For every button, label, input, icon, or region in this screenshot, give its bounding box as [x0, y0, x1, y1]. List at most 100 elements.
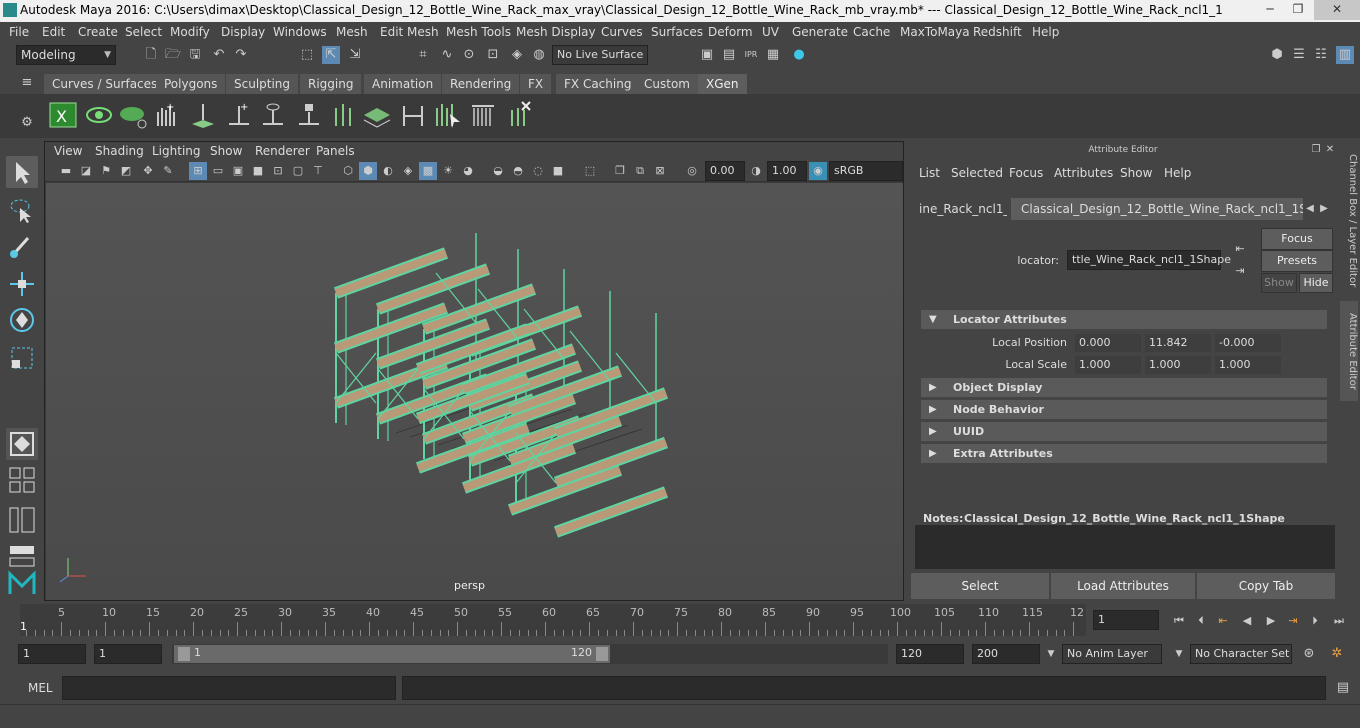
- anim-layer-dropdown[interactable]: No Anim Layer: [1062, 644, 1162, 664]
- focus-button[interactable]: Focus: [1261, 228, 1333, 250]
- range-handle-right[interactable]: [596, 647, 608, 661]
- motion-blur-icon[interactable]: ◓: [509, 162, 527, 180]
- resolution-gate-icon[interactable]: ▣: [229, 162, 247, 180]
- save-scene-icon[interactable]: 🖫: [186, 46, 204, 64]
- two-d-pan-icon[interactable]: ✥: [139, 162, 157, 180]
- play-backwards-icon[interactable]: ◀: [1238, 612, 1256, 630]
- menu-mesh[interactable]: Mesh: [336, 25, 368, 39]
- xray-icon[interactable]: ❐: [611, 162, 629, 180]
- character-set-dropdown[interactable]: No Character Set: [1190, 644, 1292, 664]
- guide-tangent-icon[interactable]: [398, 100, 428, 130]
- range-track[interactable]: 1 120: [172, 644, 888, 664]
- menu-edit-mesh[interactable]: Edit Mesh: [380, 25, 439, 39]
- delete-guides-icon[interactable]: [504, 100, 534, 130]
- guide-visibility-icon[interactable]: [258, 100, 288, 130]
- toggle-channel-box-icon[interactable]: ▥: [1336, 46, 1354, 64]
- viewport-menu-show[interactable]: Show: [210, 144, 242, 158]
- local-position-x-field[interactable]: 0.000: [1075, 334, 1141, 352]
- step-back-frame-icon[interactable]: ⏴: [1192, 612, 1210, 630]
- textured-icon[interactable]: ▩: [419, 162, 437, 180]
- select-guides-icon[interactable]: [432, 100, 462, 130]
- tab-rendering[interactable]: Rendering: [442, 74, 520, 94]
- gamma-icon[interactable]: ◑: [747, 162, 765, 180]
- tab-xgen[interactable]: XGen: [698, 74, 747, 94]
- show-button[interactable]: Show: [1261, 273, 1297, 293]
- step-forward-frame-icon[interactable]: ⏵: [1306, 612, 1324, 630]
- grid-toggle-icon[interactable]: ⊞: [189, 162, 207, 180]
- hide-button[interactable]: Hide: [1299, 273, 1333, 293]
- field-chart-icon[interactable]: ⊡: [269, 162, 287, 180]
- menu-mesh-display[interactable]: Mesh Display: [516, 25, 596, 39]
- select-component-icon[interactable]: ⇲: [346, 46, 364, 64]
- open-scene-icon[interactable]: 🗁: [164, 46, 182, 64]
- bookmark-icon[interactable]: ⚑: [97, 162, 115, 180]
- tab-polygons[interactable]: Polygons: [156, 74, 226, 94]
- tab-rigging[interactable]: Rigging: [300, 74, 362, 94]
- playback-start-field[interactable]: 1: [94, 644, 162, 664]
- xgen-clear-icon[interactable]: [118, 100, 148, 130]
- attribute-editor-tab[interactable]: Attribute Editor: [1340, 301, 1358, 401]
- anti-aliasing-icon[interactable]: ◌: [529, 162, 547, 180]
- current-frame-field[interactable]: 1: [1093, 610, 1159, 630]
- single-pane-layout-icon[interactable]: [6, 428, 38, 460]
- lock-guides-icon[interactable]: [294, 100, 324, 130]
- tab-sculpting[interactable]: Sculpting: [226, 74, 299, 94]
- go-to-input-icon[interactable]: ⇤: [1231, 240, 1249, 258]
- redo-icon[interactable]: ↷: [232, 46, 250, 64]
- animation-preferences-icon[interactable]: ✲: [1328, 645, 1346, 663]
- shadows-icon[interactable]: ◕: [459, 162, 477, 180]
- lasso-tool-icon[interactable]: [6, 194, 38, 226]
- workspace-modeling-icon[interactable]: ⬢: [1268, 46, 1286, 64]
- xray-components-icon[interactable]: ⊠: [651, 162, 669, 180]
- select-object-icon[interactable]: ⇱: [322, 46, 340, 64]
- menu-generate[interactable]: Generate: [792, 25, 848, 39]
- char-set-chevron-icon[interactable]: ▼: [1170, 645, 1188, 663]
- play-forwards-icon[interactable]: ▶: [1262, 612, 1280, 630]
- tab-fx-caching[interactable]: FX Caching: [556, 74, 640, 94]
- tab-transform-node[interactable]: ine_Rack_ncl1_1: [909, 198, 1007, 220]
- tab-fx[interactable]: FX: [520, 74, 552, 94]
- gate-mask-icon[interactable]: ■: [249, 162, 267, 180]
- ae-menu-list[interactable]: List: [919, 166, 940, 180]
- undo-icon[interactable]: ↶: [210, 46, 228, 64]
- smooth-shade-icon[interactable]: ⬢: [359, 162, 377, 180]
- ae-menu-help[interactable]: Help: [1164, 166, 1191, 180]
- viewport-menu-panels[interactable]: Panels: [316, 144, 355, 158]
- color-space-dropdown[interactable]: sRGB gamma: [829, 161, 903, 195]
- color-management-icon[interactable]: ◉: [809, 162, 827, 180]
- safe-title-icon[interactable]: ⊤: [309, 162, 327, 180]
- viewport-menu-view[interactable]: View: [54, 144, 82, 158]
- move-tool-icon[interactable]: [6, 268, 38, 300]
- render-settings-icon[interactable]: ▦: [764, 46, 782, 64]
- locator-name-field[interactable]: ttle_Wine_Rack_ncl1_1Shape: [1067, 250, 1231, 270]
- channel-box-tab[interactable]: Channel Box / Layer Editor: [1340, 151, 1358, 291]
- menu-windows[interactable]: Windows: [273, 25, 327, 39]
- select-hierarchy-icon[interactable]: ⬚: [298, 46, 316, 64]
- mel-label[interactable]: MEL: [28, 681, 53, 695]
- live-surface-field[interactable]: No Live Surface: [552, 45, 648, 65]
- tab-animation[interactable]: Animation: [364, 74, 442, 94]
- four-pane-layout-icon[interactable]: [6, 464, 38, 496]
- toggle-tool-settings-icon[interactable]: ☷: [1312, 46, 1330, 64]
- camera-attributes-icon[interactable]: ◪: [77, 162, 95, 180]
- time-ruler[interactable]: 1 5 10 15 20 25 30 35 40 45 50 55 60 65 70 75 80 85 90 95 1…: [20, 604, 1086, 636]
- section-locator-attributes[interactable]: ▼ Locator Attributes: [921, 310, 1327, 329]
- time-slider[interactable]: 1 5 10 15 20 25 30 35 40 45 50 55 60 65 70 75 80 85 90 95 1…: [0, 602, 1360, 638]
- section-uuid[interactable]: ▶ UUID: [921, 422, 1327, 441]
- snap-view-icon[interactable]: ⊡: [484, 46, 502, 64]
- groom-brush-icon[interactable]: [468, 100, 498, 130]
- wireframe-on-shaded-icon[interactable]: ◈: [399, 162, 417, 180]
- grease-pencil-icon[interactable]: ✎: [159, 162, 177, 180]
- local-scale-z-field[interactable]: 1.000: [1215, 356, 1281, 374]
- hypershade-icon[interactable]: ●: [790, 46, 808, 64]
- presets-button[interactable]: Presets: [1261, 250, 1333, 272]
- film-gate-icon[interactable]: ▭: [209, 162, 227, 180]
- step-forward-key-icon[interactable]: ⇥: [1284, 612, 1302, 630]
- scale-tool-icon[interactable]: [6, 342, 38, 374]
- depth-of-field-icon[interactable]: ■: [549, 162, 567, 180]
- menu-display[interactable]: Display: [221, 25, 265, 39]
- ambient-occlusion-icon[interactable]: ◒: [489, 162, 507, 180]
- safe-action-icon[interactable]: ▢: [289, 162, 307, 180]
- layers-icon[interactable]: [362, 100, 392, 130]
- mel-command-input[interactable]: [62, 676, 396, 700]
